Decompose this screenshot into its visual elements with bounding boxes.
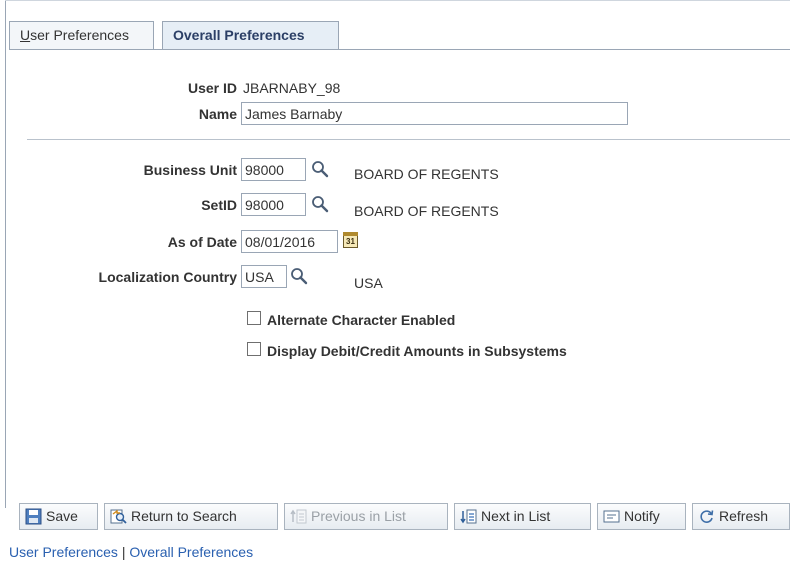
business-unit-description: BOARD OF REGENTS — [354, 166, 499, 182]
tab-overall-preferences[interactable]: Overall Preferences — [162, 21, 339, 49]
save-button-label: Save — [46, 508, 78, 524]
name-field[interactable] — [241, 102, 628, 125]
bottom-link-user-preferences[interactable]: User Preferences — [9, 544, 118, 560]
previous-in-list-icon — [290, 509, 307, 524]
setid-lookup-icon[interactable] — [311, 195, 329, 213]
refresh-button[interactable]: Refresh — [692, 503, 790, 530]
next-in-list-icon — [460, 509, 477, 524]
save-button[interactable]: Save — [19, 503, 98, 530]
next-in-list-label: Next in List — [481, 508, 551, 524]
bottom-link-separator: | — [121, 544, 126, 560]
as-of-date-field[interactable] — [241, 230, 338, 253]
localization-country-description: USA — [354, 275, 383, 291]
previous-in-list-label: Previous in List — [311, 508, 406, 524]
refresh-label: Refresh — [719, 508, 769, 524]
previous-in-list-button[interactable]: Previous in List — [284, 503, 448, 530]
section-separator — [27, 139, 790, 140]
user-id-value: JBARNABY_98 — [243, 80, 341, 96]
tab-user-preferences-label: ser Preferences — [30, 27, 129, 43]
business-unit-field[interactable] — [241, 158, 306, 181]
return-to-search-label: Return to Search — [131, 508, 237, 524]
notify-button[interactable]: Notify — [597, 503, 686, 530]
localization-country-lookup-icon[interactable] — [290, 267, 308, 285]
business-unit-lookup-icon[interactable] — [311, 160, 329, 178]
notify-label: Notify — [624, 508, 660, 524]
save-icon — [25, 508, 42, 525]
debit-credit-checkbox[interactable] — [247, 342, 261, 356]
localization-country-field[interactable] — [241, 265, 287, 288]
setid-label: SetID — [201, 197, 237, 213]
localization-country-label: Localization Country — [98, 269, 237, 285]
tab-strip-divider — [9, 49, 790, 50]
frame-left-border — [5, 0, 6, 508]
calendar-icon-day: 31 — [346, 237, 355, 246]
as-of-date-label: As of Date — [167, 234, 237, 250]
setid-description: BOARD OF REGENTS — [354, 203, 499, 219]
refresh-icon — [700, 510, 714, 523]
bottom-link-overall-preferences[interactable]: Overall Preferences — [129, 544, 253, 560]
alternate-character-checkbox[interactable] — [247, 311, 261, 325]
alternate-character-label: Alternate Character Enabled — [267, 312, 456, 328]
notify-icon — [603, 510, 620, 523]
frame-top-border — [5, 0, 790, 1]
debit-credit-label: Display Debit/Credit Amounts in Subsyste… — [267, 343, 567, 359]
tab-user-preferences-accesskey: U — [20, 27, 31, 43]
business-unit-label: Business Unit — [143, 162, 237, 178]
calendar-icon[interactable]: 31 — [343, 232, 358, 248]
return-to-search-button[interactable]: Return to Search — [104, 503, 278, 530]
name-label: Name — [198, 106, 237, 122]
tab-overall-preferences-label: Overall Preferences — [173, 27, 305, 43]
user-id-label: User ID — [187, 80, 237, 96]
next-in-list-button[interactable]: Next in List — [454, 503, 591, 530]
tab-user-preferences[interactable]: User Preferences — [9, 21, 154, 49]
bottom-page-links: User Preferences | Overall Preferences — [9, 544, 253, 560]
return-to-search-icon — [110, 509, 127, 524]
setid-field[interactable] — [241, 193, 306, 216]
